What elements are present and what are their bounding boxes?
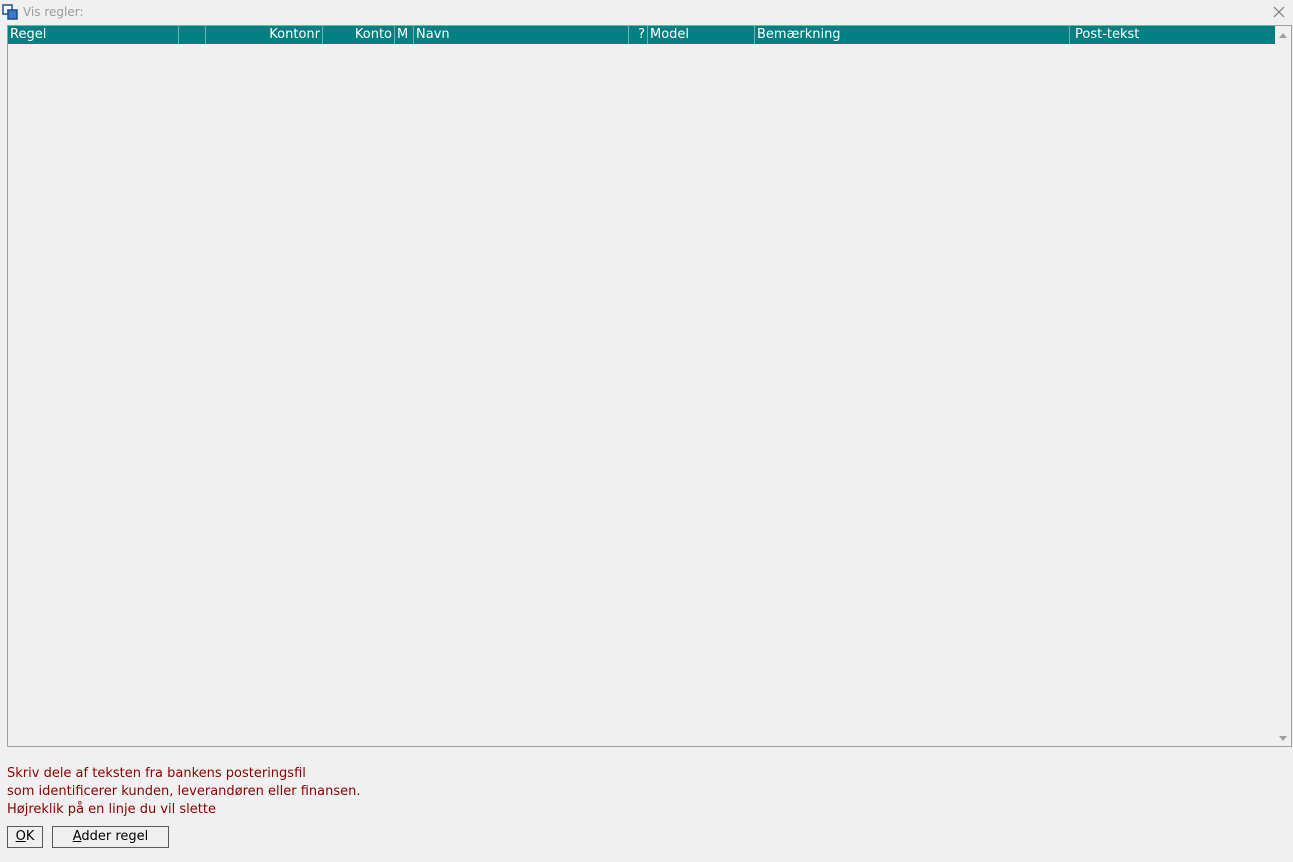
column-header-bemaerkning[interactable]: Bemærkning bbox=[755, 26, 1070, 44]
column-header-regel[interactable]: Regel bbox=[8, 26, 179, 44]
column-header-blank[interactable] bbox=[179, 26, 206, 44]
title-bar: Vis regler: bbox=[0, 0, 1293, 25]
instruction-line-2: som identificerer kunden, leverandøren e… bbox=[7, 784, 361, 799]
ok-button-mnemonic: O bbox=[15, 829, 26, 844]
close-icon[interactable] bbox=[1270, 3, 1288, 21]
scroll-down-arrow-icon[interactable] bbox=[1275, 730, 1291, 746]
ok-button[interactable]: OK bbox=[7, 826, 43, 848]
ok-button-label-rest: K bbox=[25, 829, 35, 844]
column-header-navn[interactable]: Navn bbox=[414, 26, 629, 44]
instruction-line-3: Højreklik på en linje du vil slette bbox=[7, 802, 216, 817]
column-header-m[interactable]: M bbox=[395, 26, 414, 44]
add-rule-button-label-rest: dder regel bbox=[81, 829, 149, 844]
scroll-up-arrow-icon[interactable] bbox=[1275, 28, 1291, 44]
vertical-scrollbar[interactable] bbox=[1275, 26, 1291, 746]
column-header-question[interactable]: ? bbox=[629, 26, 648, 44]
instructions-text: Skriv dele af teksten fra bankens poster… bbox=[7, 765, 361, 819]
window-app-icon bbox=[2, 4, 18, 20]
window-title: Vis regler: bbox=[23, 5, 84, 19]
add-rule-button[interactable]: Adder regel bbox=[52, 826, 169, 848]
grid-header: Regel Kontonr Konto M Navn ? Model Bemær… bbox=[8, 26, 1276, 44]
column-header-konto[interactable]: Konto bbox=[323, 26, 395, 44]
column-header-model[interactable]: Model bbox=[648, 26, 755, 44]
rules-grid[interactable]: Regel Kontonr Konto M Navn ? Model Bemær… bbox=[7, 25, 1292, 747]
column-header-kontonr[interactable]: Kontonr bbox=[206, 26, 323, 44]
column-header-post-tekst[interactable]: Post-tekst bbox=[1070, 26, 1276, 44]
instruction-line-1: Skriv dele af teksten fra bankens poster… bbox=[7, 766, 306, 781]
